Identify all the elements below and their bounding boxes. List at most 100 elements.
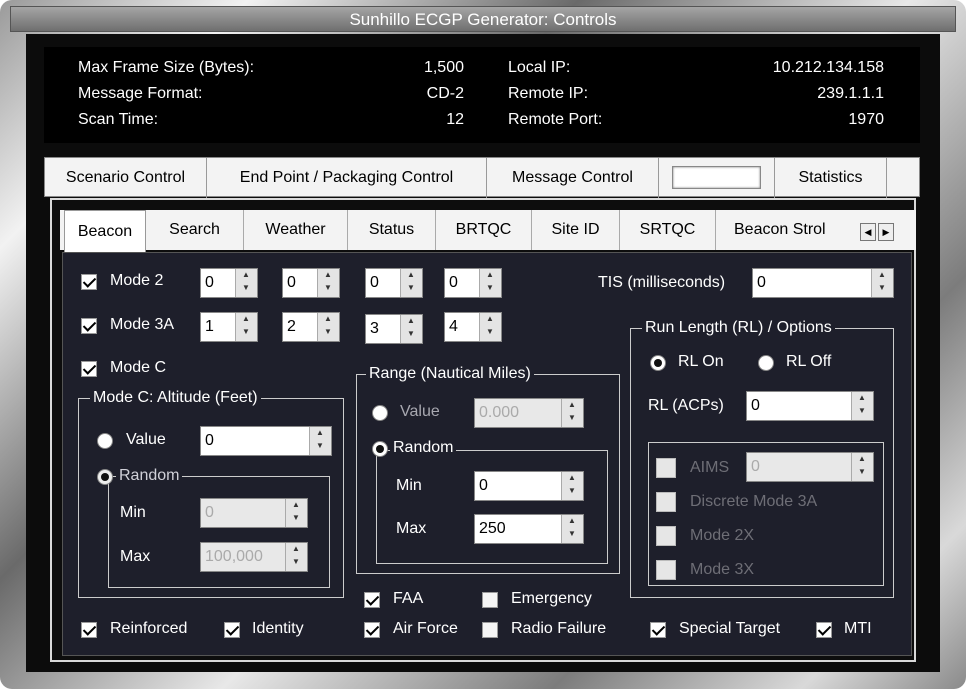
status-panel: Max Frame Size (Bytes): 1,500 Message Fo… — [44, 47, 920, 143]
rl-acps-label: RL (ACPs) — [648, 397, 724, 414]
spin-arrows-icon[interactable] — [561, 472, 583, 500]
chevron-left-icon: ◀ — [864, 227, 872, 237]
spin-arrows-icon[interactable] — [285, 499, 307, 527]
modec-checkbox[interactable] — [81, 361, 97, 377]
tab-status[interactable]: Status — [348, 210, 436, 250]
mode3a-checkbox[interactable] — [81, 318, 97, 334]
spin-arrows-icon[interactable] — [479, 269, 501, 297]
aims-label: AIMS — [690, 459, 730, 476]
rl-on-radio[interactable] — [650, 355, 666, 371]
tab-bit-control[interactable]: Bit Control — [659, 158, 775, 198]
range-value-spinner[interactable]: 0.000 — [474, 398, 584, 428]
reinforced-label: Reinforced — [110, 620, 188, 637]
tis-spinner[interactable]: 0 — [752, 268, 894, 298]
mode3x-label: Mode 3X — [690, 561, 755, 578]
run-length-title: Run Length (RL) / Options — [642, 319, 835, 337]
altitude-group-title: Mode C: Altitude (Feet) — [90, 389, 261, 407]
tab-site-id[interactable]: Site ID — [532, 210, 620, 250]
remote-ip-label: Remote IP: — [508, 85, 589, 102]
altitude-value-spinner[interactable]: 0 — [200, 426, 332, 456]
mode2-digit4-spinner[interactable]: 0 — [444, 268, 502, 298]
mode2x-checkbox[interactable] — [656, 526, 676, 546]
spin-arrows-icon[interactable] — [851, 392, 873, 420]
faa-checkbox[interactable] — [364, 592, 380, 608]
mode3x-checkbox[interactable] — [656, 560, 676, 580]
spin-arrows-icon[interactable] — [235, 269, 257, 297]
tab-statistics[interactable]: Statistics — [775, 158, 887, 198]
range-random-radio[interactable] — [372, 441, 388, 457]
mode2-checkbox[interactable] — [81, 274, 97, 290]
mode3a-digit4-spinner[interactable]: 4 — [444, 312, 502, 342]
range-max-spinner[interactable]: 250 — [474, 514, 584, 544]
discrete-mode3a-label: Discrete Mode 3A — [690, 493, 818, 510]
air-force-checkbox[interactable] — [364, 622, 380, 638]
tab-beacon[interactable]: Beacon — [64, 210, 146, 252]
reinforced-checkbox[interactable] — [81, 622, 97, 638]
mode2-digit3-spinner[interactable]: 0 — [365, 268, 423, 298]
tab-beacon-strobe[interactable]: Beacon Strol — [716, 210, 858, 250]
altitude-max-label: Max — [120, 548, 151, 565]
spin-arrows-icon[interactable] — [871, 269, 893, 297]
scan-time-label: Scan Time: — [78, 111, 159, 128]
mode2x-label: Mode 2X — [690, 527, 755, 544]
tab-scroll-left-button[interactable]: ◀ — [860, 223, 876, 241]
special-target-checkbox[interactable] — [650, 622, 666, 638]
altitude-min-label: Min — [120, 504, 146, 521]
tab-message-control[interactable]: Message Control — [487, 158, 659, 198]
altitude-value-radio[interactable] — [97, 433, 113, 449]
altitude-max-spinner[interactable]: 100,000 — [200, 542, 308, 572]
rl-off-label: RL Off — [786, 353, 832, 370]
spin-arrows-icon[interactable] — [309, 427, 331, 455]
altitude-random-radio[interactable] — [97, 469, 113, 485]
tab-srtqc[interactable]: SRTQC — [620, 210, 716, 250]
mode3a-digit1-spinner[interactable]: 1 — [200, 312, 258, 342]
spin-arrows-icon[interactable] — [235, 313, 257, 341]
aims-spinner[interactable]: 0 — [746, 452, 874, 482]
main-tab-bar: Scenario Control End Point / Packaging C… — [44, 157, 920, 198]
mode3a-digit3-spinner[interactable]: 3 — [365, 314, 423, 344]
spin-arrows-icon[interactable] — [317, 269, 339, 297]
tab-weather[interactable]: Weather — [244, 210, 348, 250]
discrete-mode3a-checkbox[interactable] — [656, 492, 676, 512]
tis-label: TIS (milliseconds) — [598, 274, 726, 291]
altitude-value-label: Value — [126, 431, 166, 448]
rl-acps-spinner[interactable]: 0 — [746, 391, 874, 421]
rl-on-label: RL On — [678, 353, 724, 370]
mode2-digit1-spinner[interactable]: 0 — [200, 268, 258, 298]
special-target-label: Special Target — [679, 620, 781, 637]
air-force-label: Air Force — [393, 620, 458, 637]
mode3a-label: Mode 3A — [110, 316, 175, 333]
spin-arrows-icon[interactable] — [400, 269, 422, 297]
remote-port-value: 1970 — [848, 111, 884, 128]
tab-scenario-control[interactable]: Scenario Control — [45, 158, 207, 198]
mti-checkbox[interactable] — [816, 622, 832, 638]
tab-brtqc[interactable]: BRTQC — [436, 210, 532, 250]
emergency-checkbox[interactable] — [482, 592, 498, 608]
spin-arrows-icon[interactable] — [561, 399, 583, 427]
spin-arrows-icon[interactable] — [561, 515, 583, 543]
aims-checkbox[interactable] — [656, 458, 676, 478]
range-min-spinner[interactable]: 0 — [474, 471, 584, 501]
mode2-digit2-spinner[interactable]: 0 — [282, 268, 340, 298]
radio-failure-checkbox[interactable] — [482, 622, 498, 638]
spin-arrows-icon[interactable] — [400, 315, 422, 343]
spin-arrows-icon[interactable] — [851, 453, 873, 481]
rl-off-radio[interactable] — [758, 355, 774, 371]
tab-scroll-right-button[interactable]: ▶ — [878, 223, 894, 241]
max-frame-value: 1,500 — [423, 59, 464, 76]
spin-arrows-icon[interactable] — [285, 543, 307, 571]
tab-search[interactable]: Search — [146, 210, 244, 250]
spin-arrows-icon[interactable] — [479, 313, 501, 341]
mode2-label: Mode 2 — [110, 272, 164, 289]
remote-ip-value: 239.1.1.1 — [817, 85, 884, 102]
tab-end-point-packaging[interactable]: End Point / Packaging Control — [207, 158, 487, 198]
mti-label: MTI — [844, 620, 872, 637]
remote-port-label: Remote Port: — [508, 111, 603, 128]
local-ip-value: 10.212.134.158 — [772, 59, 884, 76]
spin-arrows-icon[interactable] — [317, 313, 339, 341]
mode3a-digit2-spinner[interactable]: 2 — [282, 312, 340, 342]
message-format-value: CD-2 — [426, 85, 464, 102]
altitude-min-spinner[interactable]: 0 — [200, 498, 308, 528]
range-value-radio[interactable] — [372, 405, 388, 421]
identity-checkbox[interactable] — [224, 622, 240, 638]
